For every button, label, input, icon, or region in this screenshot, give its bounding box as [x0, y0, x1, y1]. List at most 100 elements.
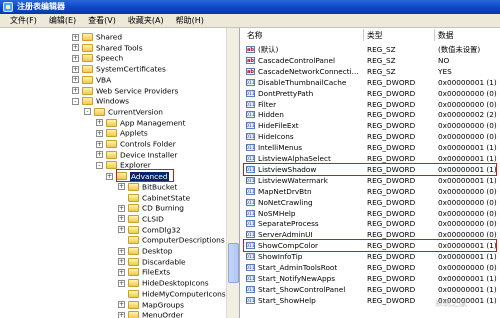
tree-node[interactable]: + MapGroups	[118, 299, 184, 310]
expand-icon[interactable]: +	[118, 247, 125, 255]
expand-icon[interactable]: +	[118, 204, 125, 212]
value-row[interactable]: Start_ShowControlPanel REG_DWORD 0x0000000…	[241, 284, 500, 296]
value-name: Start_AdminToolsRoot	[258, 263, 338, 272]
collapse-icon[interactable]: -	[96, 161, 103, 169]
menu-file[interactable]: 文件(F)	[4, 15, 43, 27]
expand-icon[interactable]: +	[118, 268, 125, 276]
value-row[interactable]: NoSMHelp REG_DWORD 0x00000000 (0)	[241, 208, 500, 220]
expand-icon[interactable]: +	[72, 87, 79, 94]
tree-node[interactable]: + Speech	[72, 52, 123, 63]
expand-icon[interactable]: +	[72, 33, 79, 41]
value-row[interactable]: DontPrettyPath REG_DWORD 0x00000000 (0)	[241, 88, 500, 100]
tree-node[interactable]: + MenuOrder	[118, 309, 183, 318]
column-separator[interactable]	[434, 29, 435, 41]
tree-node[interactable]: + Discardable	[118, 256, 186, 267]
tree-node-label: Shared Tools	[96, 43, 143, 53]
value-row[interactable]: MapNetDrvBtn REG_DWORD 0x00000000 (0)	[241, 186, 500, 198]
expand-icon[interactable]: +	[72, 54, 79, 62]
menu-edit[interactable]: 编辑(E)	[43, 15, 82, 27]
value-row[interactable]: Start_NotifyNewApps REG_DWORD 0x00000001 (…	[241, 273, 500, 285]
expand-icon[interactable]: +	[72, 65, 79, 73]
value-row[interactable]: SeparateProcess REG_DWORD 0x00000000 (0)	[241, 218, 500, 230]
folder-icon	[128, 214, 139, 223]
menu-view[interactable]: 查看(V)	[82, 15, 122, 27]
tree-node[interactable]: + FileExts	[118, 266, 170, 277]
expand-icon[interactable]: +	[118, 226, 125, 234]
value-row[interactable]: ListviewWatermark REG_DWORD 0x00000001 (1)	[241, 175, 500, 187]
value-row[interactable]: IntelliMenus REG_DWORD 0x00000001 (1)	[241, 142, 500, 154]
tree-node[interactable]: + App Management	[96, 117, 185, 128]
value-row[interactable]: HideFileExt REG_DWORD 0x00000000 (0)	[241, 120, 500, 132]
tree-node[interactable]: - CurrentVersion	[84, 106, 163, 117]
tree-node-label: Device Installer	[120, 150, 178, 160]
key-tree-pane[interactable]: + Shared + Shared Tools + Speech + SystemCertif…	[0, 28, 240, 318]
value-name: ListviewWatermark	[258, 175, 328, 185]
value-name: Start_NotifyNewApps	[258, 273, 336, 283]
dword-value-icon	[246, 143, 255, 154]
tree-node[interactable]: - Windows	[72, 95, 129, 106]
folder-icon	[128, 247, 139, 255]
value-row[interactable]: HideIcons REG_DWORD 0x00000000 (0)	[241, 131, 500, 143]
tree-node[interactable]: + Shared Tools	[72, 42, 143, 53]
tree-node[interactable]: + Applets	[96, 127, 148, 138]
value-row[interactable]: ShowInfoTip REG_DWORD 0x00000001 (1)	[241, 251, 500, 263]
tree-node[interactable]: + Web Service Providers	[72, 85, 178, 96]
tree-node[interactable]: CabinetState	[118, 192, 190, 203]
value-row[interactable]: NoNetCrawling REG_DWORD 0x00000000 (0)	[241, 197, 500, 209]
values-pane[interactable]: 名称 类型 数据 (默认)REG_SZ(数值未设置)CascadeControl…	[241, 28, 500, 318]
expand-icon[interactable]: +	[118, 215, 125, 223]
expand-icon[interactable]: +	[118, 311, 125, 318]
scrollbar-thumb[interactable]	[228, 243, 239, 283]
menu-help[interactable]: 帮助(H)	[170, 15, 210, 27]
tree-node[interactable]: + Device Installer	[96, 149, 177, 160]
expand-icon[interactable]: +	[96, 151, 103, 159]
tree-node[interactable]: + Shared	[72, 31, 122, 42]
tree-node[interactable]: + ComDlg32	[118, 224, 181, 235]
expand-icon[interactable]: +	[72, 44, 79, 52]
tree-node[interactable]: + Controls Folder	[96, 138, 176, 149]
value-row[interactable]: Hidden REG_DWORD 0x00000002 (2)	[241, 109, 500, 121]
value-type: REG_DWORD	[367, 132, 416, 142]
expand-icon[interactable]: +	[96, 129, 103, 137]
tree-node[interactable]: + BitBucket	[118, 181, 177, 192]
collapse-icon[interactable]: -	[72, 97, 79, 105]
dword-value-icon	[246, 187, 255, 198]
value-row[interactable]: CascadeControlPanel REG_SZ NO	[241, 55, 500, 67]
menu-favorites[interactable]: 收藏夹(A)	[122, 15, 170, 27]
value-name: (默认)	[258, 45, 279, 54]
tree-node[interactable]: HideMyComputerIcons	[118, 288, 226, 299]
expand-icon[interactable]: +	[118, 258, 125, 266]
tree-node[interactable]: + HideDesktopIcons	[118, 277, 209, 288]
value-type: REG_DWORD	[367, 197, 416, 207]
value-data: 0x00000000 (0)	[438, 132, 497, 142]
value-type: REG_DWORD	[367, 143, 416, 153]
tree-node[interactable]: + SystemCertificates	[72, 63, 166, 74]
tree-node[interactable]: + VBA	[72, 74, 111, 85]
dword-value-icon	[246, 296, 255, 307]
value-type: REG_SZ	[367, 55, 396, 65]
expand-icon[interactable]: +	[118, 301, 125, 308]
expand-icon[interactable]: +	[96, 140, 103, 148]
value-type: REG_DWORD	[367, 252, 416, 262]
collapse-icon[interactable]: -	[84, 108, 91, 116]
value-row[interactable]: Filter REG_DWORD 0x00000000 (0)	[241, 99, 500, 111]
expand-icon[interactable]: +	[96, 119, 103, 127]
tree-node[interactable]: + Desktop	[118, 245, 172, 256]
column-separator[interactable]	[363, 29, 364, 41]
expand-icon[interactable]: +	[106, 172, 113, 180]
tree-node[interactable]: ComputerDescriptions	[118, 234, 225, 245]
value-row[interactable]: DisableThumbnailCache REG_DWORD 0x00000001…	[241, 77, 500, 89]
value-row[interactable]: Start_AdminToolsRoot REG_DWORD 0x00000000 …	[241, 262, 500, 274]
column-header-name[interactable]: 名称	[247, 30, 263, 42]
tree-node[interactable]: + CLSID	[118, 213, 164, 224]
tree-node-label: SystemCertificates	[96, 64, 166, 74]
tree-node[interactable]: + CD Burning	[118, 202, 184, 213]
value-row[interactable]: CascadeNetworkConnecti... REG_SZ YES	[241, 66, 500, 78]
value-row[interactable]: (默认) REG_SZ (数值未设置)	[241, 44, 500, 56]
tree-vertical-scrollbar[interactable]	[226, 28, 239, 318]
column-header-type[interactable]: 类型	[367, 30, 383, 42]
column-header-data[interactable]: 数据	[438, 30, 454, 42]
expand-icon[interactable]: +	[118, 279, 125, 287]
expand-icon[interactable]: +	[72, 76, 79, 84]
expand-icon[interactable]: +	[118, 183, 125, 191]
